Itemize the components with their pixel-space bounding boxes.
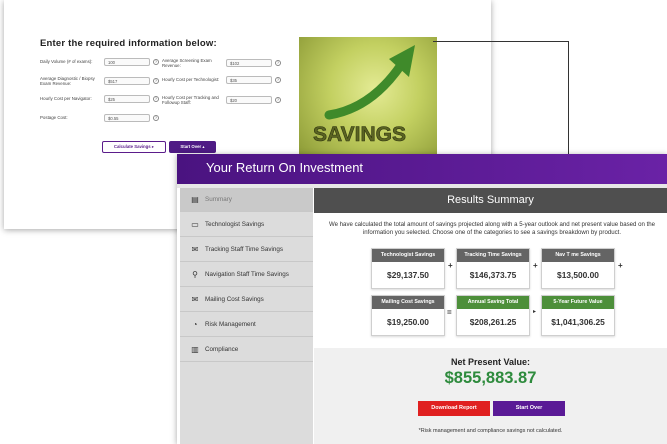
start-over-button[interactable]: Start Over (493, 401, 565, 416)
download-report-button[interactable]: Download Report (418, 401, 490, 416)
tracking-icon: ✉ (191, 244, 199, 254)
results-description: We have calculated the total amount of s… (328, 221, 656, 237)
field-label: Hourly Cost per Technologist: (162, 77, 220, 83)
help-icon[interactable]: ? (153, 78, 159, 85)
five-year-value-box: 5-Year Future Value $1,041,306.25 (541, 295, 615, 336)
field-label: Hourly Cost per Navigator: (40, 96, 92, 102)
technologist-icon: ▭ (191, 219, 199, 229)
sidebar-item-label: Compliance (205, 346, 239, 353)
sidebar-item-label: Risk Management (205, 321, 256, 328)
field-tracking-cost: Hourly Cost per Tracking and Followup St… (162, 95, 281, 106)
box-value: $19,250.00 (387, 317, 429, 327)
sidebar-item-navigation[interactable]: ⚲ Navigation Staff Time Savings (180, 263, 313, 287)
sidebar-item-label: Summary (205, 196, 232, 203)
tracking-savings-box: Tracking Time Savings $146,373.75 (456, 248, 530, 289)
help-icon[interactable]: ? (275, 77, 281, 83)
savings-image: SAVINGS (299, 37, 437, 154)
roi-header: Your Return On Investment (177, 154, 667, 184)
technologist-savings-box: Technologist Savings $29,137.50 (371, 248, 445, 289)
field-postage-cost: Postage Cost: $0.55 ? (40, 114, 159, 122)
arrow-operator: ▸ (533, 309, 537, 315)
savings-word: SAVINGS (313, 123, 406, 146)
tracking-cost-input[interactable]: $20 (226, 96, 272, 105)
summary-icon: ▤ (191, 194, 199, 204)
sidebar-item-mailing[interactable]: ✉ Mailing Cost Savings (180, 288, 313, 312)
box-title: 5-Year Future Value (542, 296, 614, 309)
field-label: Daily Volume (# of exams): (40, 59, 93, 65)
box-title: Mailing Cost Savings (372, 296, 444, 309)
npv-label: Net Present Value: (450, 357, 531, 367)
field-label: Average Diagnostic / Biopsy Exam Revenue… (40, 76, 95, 87)
annual-saving-total-box: Annual Saving Total $208,261.25 (456, 295, 530, 336)
navigator-cost-input[interactable]: $25 (104, 95, 150, 103)
roi-title: Your Return On Investment (206, 160, 364, 175)
mailing-savings-box: Mailing Cost Savings $19,250.00 (371, 295, 445, 336)
field-screening-revenue: Average Screening Exam Revenue: $102 ? (162, 58, 281, 69)
sidebar-item-technologist[interactable]: ▭ Technologist Savings (180, 213, 313, 237)
plus-operator: + (533, 261, 538, 270)
connector-line (433, 41, 569, 42)
sidebar-item-label: Technologist Savings (205, 221, 265, 228)
box-title: Annual Saving Total (457, 296, 529, 309)
help-icon[interactable]: ? (275, 97, 281, 104)
box-value: $1,041,306.25 (551, 317, 605, 327)
box-value: $29,137.50 (387, 270, 429, 280)
start-over-button-small[interactable]: Start Over ▴ (169, 141, 216, 153)
help-icon[interactable]: ? (153, 115, 159, 121)
field-label: Hourly Cost per Tracking and Followup St… (162, 95, 219, 106)
box-title: Technologist Savings (372, 249, 444, 262)
box-value: $13,500.00 (557, 270, 599, 280)
map-pin-icon: ⚲ (192, 269, 198, 279)
help-icon[interactable]: ? (275, 60, 281, 67)
sidebar-item-tracking[interactable]: ✉ Tracking Staff Time Savings (180, 238, 313, 262)
help-icon[interactable]: ? (153, 59, 159, 65)
daily-volume-input[interactable]: 100 (104, 58, 150, 66)
field-label: Postage Cost: (40, 115, 68, 121)
box-title: Nav T me Savings (542, 249, 614, 262)
nav-savings-box: Nav T me Savings $13,500.00 (541, 248, 615, 289)
sidebar-item-summary[interactable]: ▤ Summary (180, 188, 313, 212)
help-icon[interactable]: ? (153, 96, 159, 102)
clipboard-icon: ▥ (191, 344, 199, 354)
savings-arrow-icon: SAVINGS (313, 45, 415, 146)
category-sidebar: ▤ Summary ▭ Technologist Savings ✉ Track… (180, 188, 313, 444)
sidebar-item-compliance[interactable]: ▥ Compliance (180, 338, 313, 362)
npv-value: $855,883.87 (444, 369, 537, 387)
results-title: Results Summary (447, 194, 534, 206)
field-label: Average Screening Exam Revenue: (162, 58, 212, 69)
box-value: $146,373.75 (469, 270, 517, 280)
gauge-icon: ◔ (192, 319, 198, 329)
mail-icon: ✉ (191, 294, 199, 304)
box-title: Tracking Time Savings (457, 249, 529, 262)
roi-results-card: Your Return On Investment ▤ Summary ▭ Te… (177, 154, 667, 444)
field-technologist-cost: Hourly Cost per Technologist: $35 ? (162, 76, 281, 84)
field-diagnostic-revenue: Average Diagnostic / Biopsy Exam Revenue… (40, 76, 159, 87)
sidebar-item-label: Mailing Cost Savings (205, 296, 264, 303)
plus-operator: + (618, 261, 623, 270)
results-summary-bar: Results Summary (314, 188, 667, 213)
form-title: Enter the required information below: (40, 38, 217, 49)
technologist-cost-input[interactable]: $35 (226, 76, 272, 84)
box-value: $208,261.25 (469, 317, 517, 327)
sidebar-item-label: Tracking Staff Time Savings (205, 246, 284, 253)
calculate-savings-button[interactable]: Calculate Savings ▸ (102, 141, 166, 153)
plus-operator: + (448, 261, 453, 270)
field-daily-volume: Daily Volume (# of exams): 100 ? (40, 58, 159, 66)
diagnostic-revenue-input[interactable]: $517 (104, 77, 150, 86)
npv-section: Net Present Value: $855,883.87 Download … (314, 348, 667, 444)
footnote: *Risk management and compliance savings … (418, 428, 563, 434)
field-navigator-cost: Hourly Cost per Navigator: $25 ? (40, 95, 159, 103)
postage-cost-input[interactable]: $0.55 (104, 114, 150, 122)
sidebar-item-label: Navigation Staff Time Savings (205, 271, 289, 278)
sidebar-item-risk[interactable]: ◔ Risk Management (180, 313, 313, 337)
screening-revenue-input[interactable]: $102 (226, 59, 272, 68)
equals-operator: = (447, 308, 452, 317)
